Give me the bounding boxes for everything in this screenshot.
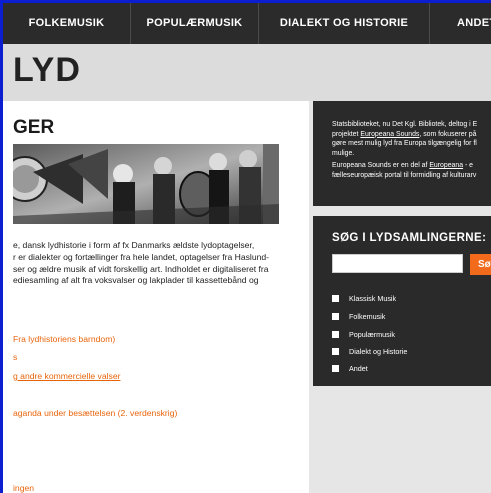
category-label: Populærmusik <box>349 330 395 339</box>
search-panel: SØG I LYDSAMLINGERNE: Sø Klassisk Musik … <box>313 216 491 386</box>
checkbox[interactable] <box>332 365 339 372</box>
intro-line: r er dialekter og fortællinger fra hele … <box>13 251 270 262</box>
category-label: Dialekt og Historie <box>349 347 408 356</box>
info-line: mulige. <box>332 149 355 157</box>
nav-item-folkemusik[interactable]: FOLKEMUSIK <box>3 3 131 44</box>
collection-link[interactable]: ingen <box>13 483 34 493</box>
checkbox[interactable] <box>332 295 339 302</box>
info-text: , som fokuserer på <box>419 130 477 138</box>
europeana-link[interactable]: Europeana <box>429 162 463 169</box>
checkbox[interactable] <box>332 313 339 320</box>
intro-line: ediesamling af alt fra voksvalser og lak… <box>13 275 259 286</box>
nav-item-andet[interactable]: ANDET <box>430 3 491 44</box>
site-title[interactable]: LYD <box>13 51 81 90</box>
checkbox[interactable] <box>332 348 339 355</box>
checkbox[interactable] <box>332 331 339 338</box>
info-text: - e <box>463 162 473 169</box>
category-label: Andet <box>349 364 368 373</box>
main-nav: FOLKEMUSIK POPULÆRMUSIK DIALEKT OG HISTO… <box>3 3 491 44</box>
info-text: Europeana Sounds er en del af <box>332 162 430 169</box>
info-line: fælleseuropæisk portal til formidling af… <box>332 171 477 179</box>
intro-line: ser og ældre musik af vidt forskellig ar… <box>13 263 269 274</box>
europeana-sounds-link[interactable]: Europeana Sounds <box>360 131 419 138</box>
nav-item-populaermusik[interactable]: POPULÆRMUSIK <box>131 3 259 44</box>
search-button[interactable]: Sø <box>470 254 491 275</box>
nav-item-dialekt-og-historie[interactable]: DIALEKT OG HISTORIE <box>259 3 430 44</box>
search-input[interactable] <box>332 254 463 273</box>
intro-line: e, dansk lydhistorie i form af fx Danmar… <box>13 240 255 250</box>
category-label: Klassisk Musik <box>349 294 397 303</box>
info-line: Statsbiblioteket, nu Det Kgl. Bibliotek,… <box>332 121 478 128</box>
collection-link[interactable]: s <box>13 352 17 362</box>
info-box: Statsbiblioteket, nu Det Kgl. Bibliotek,… <box>313 101 491 206</box>
page-heading: GER <box>13 117 55 138</box>
category-label: Folkemusik <box>349 312 386 321</box>
collection-link-lydhistorie[interactable]: Fra lydhistoriens barndom) <box>13 334 115 344</box>
info-line: Europeana Sounds er en del af Europeana … <box>332 161 473 171</box>
intro-text: e, dansk lydhistorie i form af fx Danmar… <box>13 240 305 287</box>
search-title: SØG I LYDSAMLINGERNE: <box>332 232 487 244</box>
historic-recording-photo <box>13 144 279 224</box>
info-line: projektet Europeana Sounds, som fokusere… <box>332 130 476 140</box>
info-text: projektet <box>332 130 361 138</box>
collection-link-valser[interactable]: g andre kommercielle valser <box>13 371 120 381</box>
collection-link-propaganda[interactable]: aganda under besættelsen (2. verdenskrig… <box>13 408 177 418</box>
info-line: gøre mest mulig lyd fra Europa tilgængel… <box>332 140 477 147</box>
